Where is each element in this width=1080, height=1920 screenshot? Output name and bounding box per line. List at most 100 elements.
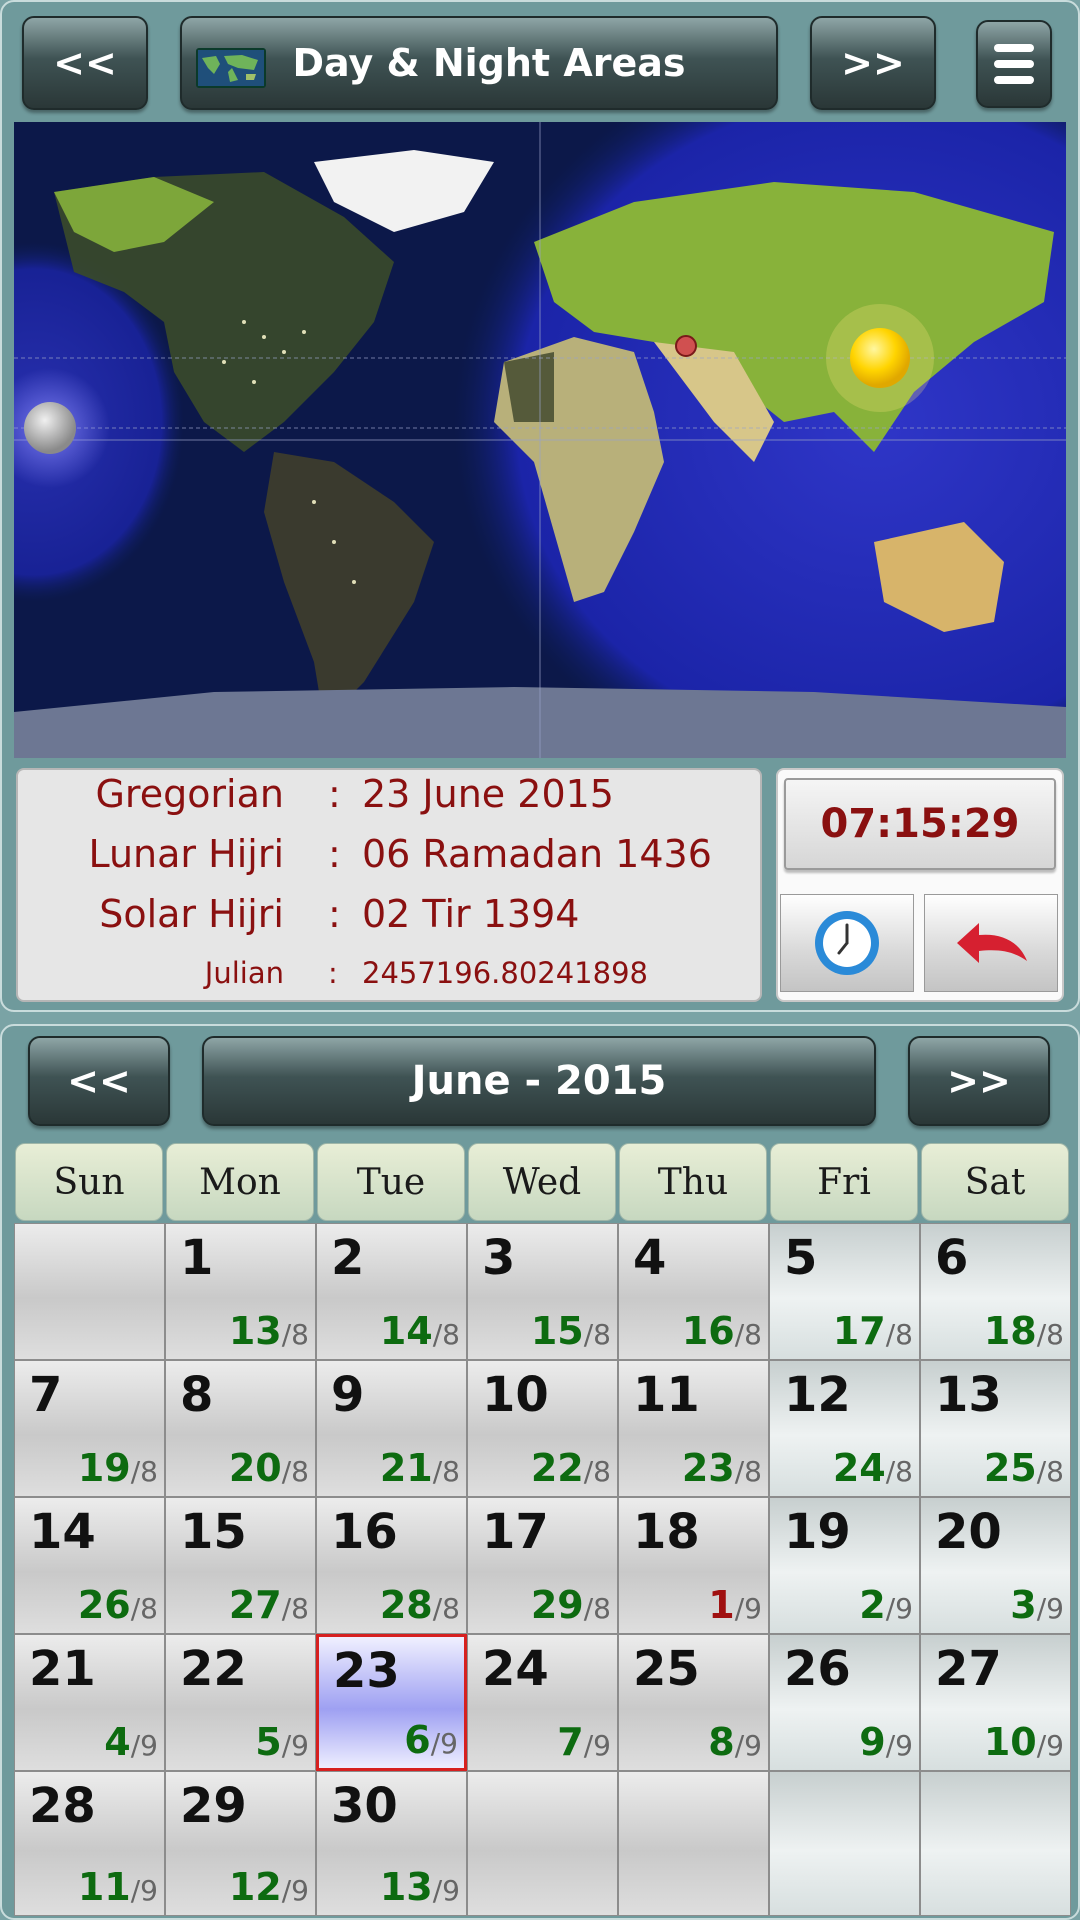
calendar-day[interactable]: 28 11/9: [14, 1771, 165, 1916]
hijri-date: 8/9: [708, 1720, 762, 1764]
hijri-day: 22: [530, 1446, 584, 1490]
menu-button[interactable]: [976, 20, 1052, 108]
calendar-day[interactable]: 19 2/9: [769, 1497, 920, 1634]
hijri-month: /8: [432, 1592, 460, 1625]
separator: :: [328, 956, 338, 990]
prev-view-button[interactable]: <<: [22, 16, 148, 110]
gregorian-day-number: 30: [331, 1778, 398, 1834]
hijri-date: 3/9: [1010, 1583, 1064, 1627]
hijri-date: 18/8: [984, 1309, 1064, 1353]
gregorian-day-number: 2: [331, 1230, 365, 1286]
calendar-day[interactable]: 21 4/9: [14, 1634, 165, 1771]
month-title[interactable]: June - 2015: [202, 1036, 876, 1126]
gregorian-value: 23 June 2015: [362, 772, 614, 816]
day-night-world-map[interactable]: [14, 122, 1066, 758]
hijri-month: /9: [1036, 1729, 1064, 1762]
hijri-day: 23: [681, 1446, 735, 1490]
gregorian-label: Gregorian: [95, 772, 284, 816]
gregorian-day-number: 26: [784, 1641, 851, 1697]
calendar-day[interactable]: 6 18/8: [920, 1223, 1071, 1360]
hijri-month: /8: [432, 1318, 460, 1351]
hijri-date: 22/8: [531, 1446, 611, 1490]
solar-hijri-value: 02 Tir 1394: [362, 892, 580, 936]
gregorian-day-number: 20: [935, 1504, 1002, 1560]
hijri-month: /9: [281, 1874, 309, 1907]
world-map-icon: [196, 48, 266, 88]
hijri-day: 26: [77, 1583, 131, 1627]
calendar-day[interactable]: 13 25/8: [920, 1360, 1071, 1497]
julian-label: Julian: [204, 956, 284, 990]
hijri-day: 27: [228, 1583, 282, 1627]
clock-button[interactable]: [780, 894, 914, 992]
calendar-day[interactable]: 10 22/8: [467, 1360, 618, 1497]
hijri-month: /8: [583, 1318, 611, 1351]
page-title: Day & Night Areas: [292, 41, 686, 85]
weekday-thu: Thu: [619, 1143, 767, 1221]
calendar-day[interactable]: 9 21/8: [316, 1360, 467, 1497]
lunar-hijri-label: Lunar Hijri: [88, 832, 284, 876]
hijri-date: 15/8: [531, 1309, 611, 1353]
separator: :: [328, 892, 341, 936]
calendar-day[interactable]: 22 5/9: [165, 1634, 316, 1771]
gregorian-day-number: 25: [633, 1641, 700, 1697]
calendar-day[interactable]: 8 20/8: [165, 1360, 316, 1497]
calendar-day[interactable]: 25 8/9: [618, 1634, 769, 1771]
hijri-date: 12/9: [229, 1865, 309, 1909]
hijri-month: /9: [734, 1729, 762, 1762]
hijri-month: /8: [734, 1318, 762, 1351]
weekday-sun: Sun: [15, 1143, 163, 1221]
hijri-date: 21/8: [380, 1446, 460, 1490]
calendar-day[interactable]: 4 16/8: [618, 1223, 769, 1360]
calendar-empty-cell: [14, 1223, 165, 1360]
current-time[interactable]: 07:15:29: [784, 778, 1056, 870]
hijri-day: 2: [859, 1583, 886, 1627]
calendar-day[interactable]: 12 24/8: [769, 1360, 920, 1497]
calendar-day[interactable]: 7 19/8: [14, 1360, 165, 1497]
calendar-day[interactable]: 17 29/8: [467, 1497, 618, 1634]
calendar-day[interactable]: 24 7/9: [467, 1634, 618, 1771]
clock-box: 07:15:29: [776, 768, 1064, 1002]
calendar-day[interactable]: 11 23/8: [618, 1360, 769, 1497]
menu-icon: [994, 44, 1034, 84]
calendar-day[interactable]: 30 13/9: [316, 1771, 467, 1916]
gregorian-day-number: 4: [633, 1230, 667, 1286]
calendar-day-today[interactable]: 23 6/9: [316, 1634, 467, 1771]
next-month-button[interactable]: >>: [908, 1036, 1050, 1126]
hijri-month: /8: [583, 1455, 611, 1488]
hijri-month: /8: [1036, 1318, 1064, 1351]
gregorian-day-number: 16: [331, 1504, 398, 1560]
weekday-mon: Mon: [166, 1143, 314, 1221]
calendar-day[interactable]: 2 14/8: [316, 1223, 467, 1360]
hijri-month: /8: [130, 1592, 158, 1625]
separator: :: [328, 772, 341, 816]
calendar-day[interactable]: 14 26/8: [14, 1497, 165, 1634]
calendar-day[interactable]: 3 15/8: [467, 1223, 618, 1360]
weekday-fri: Fri: [770, 1143, 918, 1221]
hijri-date: 9/9: [859, 1720, 913, 1764]
calendar-empty-cell: [618, 1771, 769, 1916]
title-bar[interactable]: Day & Night Areas: [180, 16, 778, 110]
back-to-now-button[interactable]: [924, 894, 1058, 992]
calendar-day[interactable]: 15 27/8: [165, 1497, 316, 1634]
next-view-button[interactable]: >>: [810, 16, 936, 110]
hijri-month: /9: [1036, 1592, 1064, 1625]
calendar-day[interactable]: 27 10/9: [920, 1634, 1071, 1771]
calendar-day[interactable]: 5 17/8: [769, 1223, 920, 1360]
gregorian-day-number: 19: [784, 1504, 851, 1560]
hijri-date: 24/8: [833, 1446, 913, 1490]
hijri-date: 28/8: [380, 1583, 460, 1627]
hijri-month: /8: [885, 1318, 913, 1351]
calendar-day[interactable]: 1 13/8: [165, 1223, 316, 1360]
gregorian-day-number: 1: [180, 1230, 214, 1286]
calendar-day[interactable]: 16 28/8: [316, 1497, 467, 1634]
calendar-empty-cell: [467, 1771, 618, 1916]
hijri-month: /9: [281, 1729, 309, 1762]
calendar-day[interactable]: 29 12/9: [165, 1771, 316, 1916]
calendar-day[interactable]: 18 1/9: [618, 1497, 769, 1634]
calendar-day[interactable]: 26 9/9: [769, 1634, 920, 1771]
prev-month-button[interactable]: <<: [28, 1036, 170, 1126]
gregorian-day-number: 17: [482, 1504, 549, 1560]
hijri-day: 16: [681, 1309, 735, 1353]
calendar-day[interactable]: 20 3/9: [920, 1497, 1071, 1634]
hijri-date: 1/9: [708, 1583, 762, 1627]
